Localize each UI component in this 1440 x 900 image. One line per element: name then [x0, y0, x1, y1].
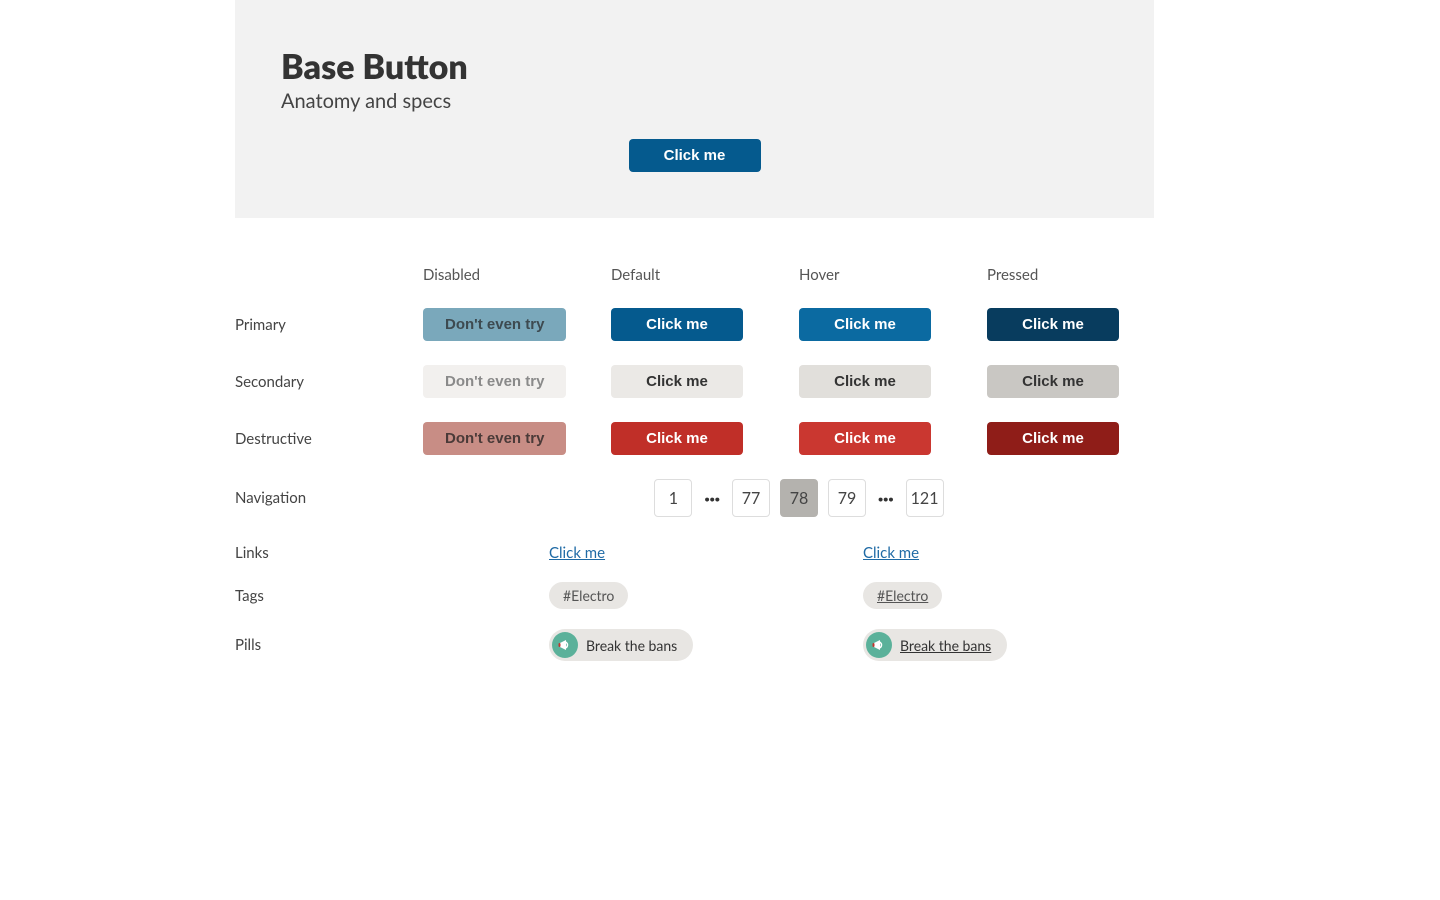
- col-header-disabled: Disabled: [423, 266, 611, 284]
- row-header-tags: Tags: [235, 587, 549, 605]
- page-prev[interactable]: 77: [732, 479, 770, 517]
- primary-pressed-button[interactable]: Click me: [987, 308, 1119, 341]
- secondary-default-button[interactable]: Click me: [611, 365, 743, 398]
- tag-default[interactable]: #Electro: [549, 582, 628, 609]
- page-subtitle: Anatomy and specs: [281, 89, 1108, 113]
- row-header-links: Links: [235, 544, 549, 562]
- destructive-default-button[interactable]: Click me: [611, 422, 743, 455]
- secondary-disabled-button: Don't even try: [423, 365, 566, 398]
- primary-default-button[interactable]: Click me: [611, 308, 743, 341]
- tag-hover[interactable]: #Electro: [863, 582, 942, 609]
- hero-cta-button[interactable]: Click me: [629, 139, 761, 172]
- secondary-pressed-button[interactable]: Click me: [987, 365, 1119, 398]
- hero-panel: Base Button Anatomy and specs Click me: [235, 0, 1154, 218]
- page-ellipsis-left: ···: [702, 487, 722, 509]
- pagination: 1 ··· 77 78 79 ··· 121: [423, 479, 1175, 517]
- row-header-pills: Pills: [235, 636, 549, 654]
- pill-hover[interactable]: Break the bans: [863, 629, 1007, 661]
- destructive-hover-button[interactable]: Click me: [799, 422, 931, 455]
- link-default[interactable]: Click me: [549, 544, 605, 562]
- primary-disabled-button: Don't even try: [423, 308, 566, 341]
- row-header-destructive: Destructive: [235, 430, 423, 448]
- destructive-disabled-button: Don't even try: [423, 422, 566, 455]
- page-title: Base Button: [281, 46, 1108, 87]
- row-header-secondary: Secondary: [235, 373, 423, 391]
- primary-hover-button[interactable]: Click me: [799, 308, 931, 341]
- secondary-hover-button[interactable]: Click me: [799, 365, 931, 398]
- pill-default[interactable]: Break the bans: [549, 629, 693, 661]
- page-next[interactable]: 79: [828, 479, 866, 517]
- col-header-pressed: Pressed: [987, 266, 1175, 284]
- row-header-primary: Primary: [235, 316, 423, 334]
- link-hover[interactable]: Click me: [863, 544, 919, 562]
- page-first[interactable]: 1: [654, 479, 692, 517]
- destructive-pressed-button[interactable]: Click me: [987, 422, 1119, 455]
- pill-label: Break the bans: [586, 637, 677, 654]
- col-header-default: Default: [611, 266, 799, 284]
- pill-label: Break the bans: [900, 637, 991, 654]
- col-header-hover: Hover: [799, 266, 987, 284]
- page-ellipsis-right: ···: [876, 487, 896, 509]
- row-header-navigation: Navigation: [235, 489, 423, 507]
- page-current[interactable]: 78: [780, 479, 818, 517]
- megaphone-icon: [552, 632, 578, 658]
- megaphone-icon: [866, 632, 892, 658]
- page-last[interactable]: 121: [906, 479, 944, 517]
